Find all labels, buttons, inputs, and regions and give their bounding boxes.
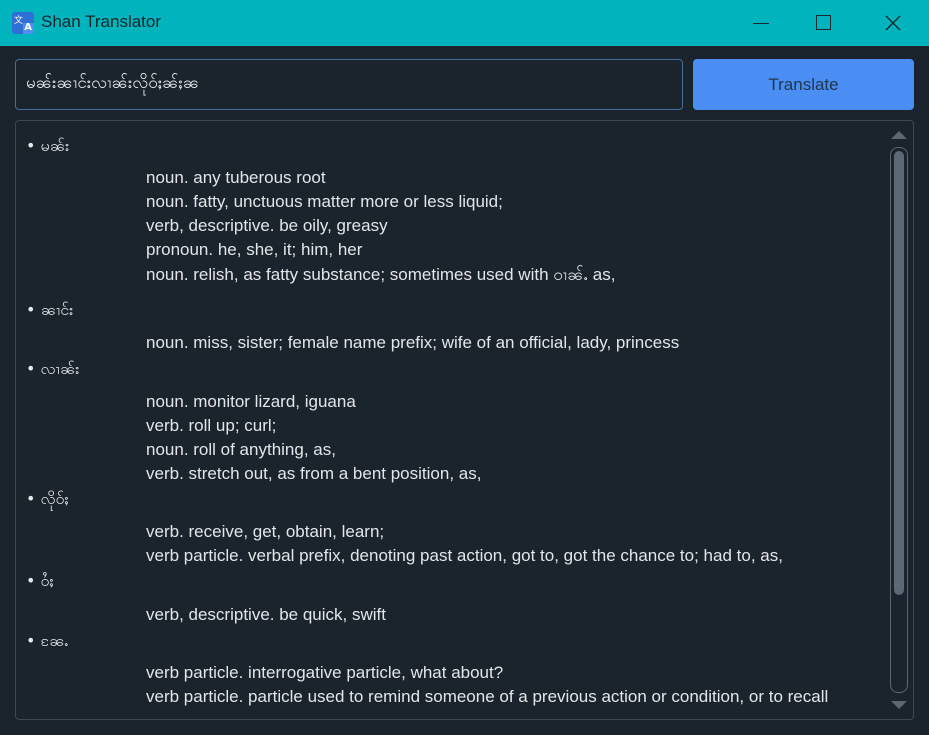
definition: verb. stretch out, as from a bent positi… [146, 464, 482, 483]
definition: noun. fatty, unctuous matter more or les… [146, 192, 503, 211]
definition: verb particle. verbal prefix, denoting p… [146, 546, 783, 565]
close-button[interactable] [870, 0, 916, 46]
scroll-thumb[interactable] [894, 151, 904, 595]
definition: verb. receive, get, obtain, learn; [146, 522, 385, 541]
results-panel[interactable]: • မၼ်း noun. any tuberous root noun. fat… [15, 120, 914, 720]
result-word: • ဝႆႈ [26, 571, 54, 590]
text-input-box[interactable] [15, 59, 683, 110]
result-word: • ၼႄႉ [26, 631, 69, 650]
vertical-scrollbar[interactable] [890, 131, 908, 709]
definition: noun. any tuberous root [146, 168, 326, 187]
minimize-icon [753, 23, 769, 24]
definition: verb, descriptive. be oily, greasy [146, 216, 388, 235]
definition: noun. monitor lizard, iguana [146, 392, 356, 411]
definition: verb, descriptive. be quick, swift [146, 605, 386, 624]
results-content: • မၼ်း noun. any tuberous root noun. fat… [16, 121, 886, 719]
result-word: • ၼၢင်း [26, 300, 74, 319]
result-word: • လၢၼ်း [26, 359, 80, 378]
result-word: • လိုဝ်ႈ [26, 489, 69, 508]
scroll-track[interactable] [890, 147, 908, 693]
maximize-icon [816, 15, 831, 30]
definition: noun. roll of anything, as, [146, 440, 336, 459]
definition: verb particle. interrogative particle, w… [146, 663, 504, 682]
scroll-down-icon[interactable] [891, 701, 907, 709]
definition: noun. relish, as fatty substance; someti… [146, 265, 616, 284]
definition: pronoun. he, she, it; him, her [146, 240, 363, 259]
minimize-button[interactable] [738, 0, 784, 46]
scroll-up-icon[interactable] [891, 131, 907, 139]
source-text-input[interactable] [26, 60, 666, 109]
result-word: • မၼ်း [26, 136, 70, 155]
translate-icon: 文 A [12, 12, 34, 34]
maximize-button[interactable] [800, 0, 846, 46]
definition: verb. roll up; curl; [146, 416, 277, 435]
translate-button[interactable]: Translate [693, 59, 914, 110]
window-title: Shan Translator [41, 12, 162, 31]
definition: noun. miss, sister; female name prefix; … [146, 333, 680, 352]
title-bar: 文 A Shan Translator [0, 0, 929, 46]
close-icon [885, 15, 901, 31]
definition: verb particle. particle used to remind s… [146, 687, 829, 706]
